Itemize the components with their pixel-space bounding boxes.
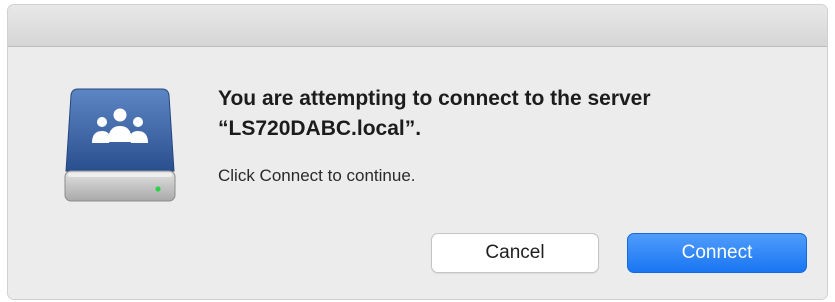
dialog-title: You are attempting to connect to the ser… [218,87,651,140]
cancel-button[interactable]: Cancel [431,233,599,273]
network-server-drive-icon [64,88,176,202]
connect-button[interactable]: Connect [627,233,807,273]
dialog-message: Click Connect to continue. [218,166,416,185]
connect-server-dialog: You are attempting to connect to the ser… [8,5,827,299]
dialog-body: You are attempting to connect to the ser… [8,47,827,299]
title-bar[interactable] [8,5,827,47]
